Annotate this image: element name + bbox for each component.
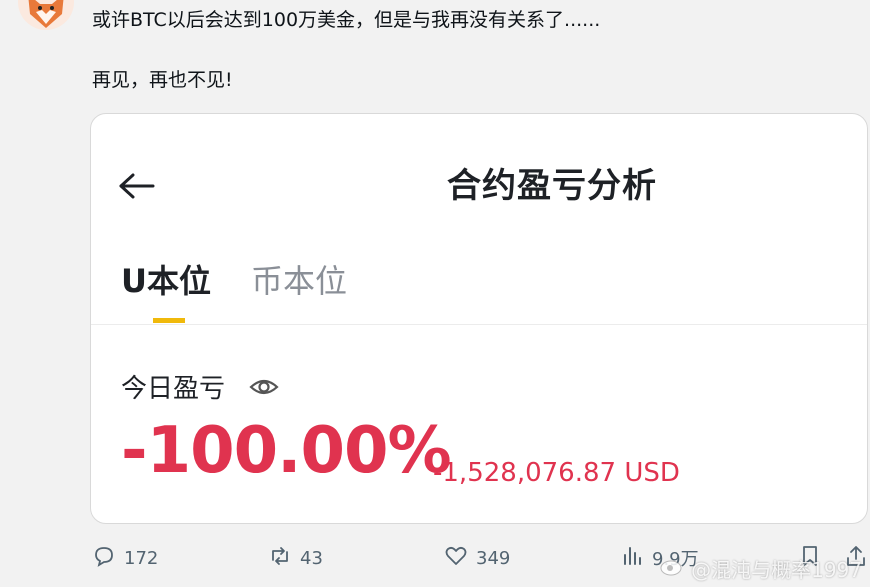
divider (91, 324, 867, 325)
views-icon (620, 544, 644, 573)
tweet-text-line-2: 再见，再也不见! (92, 69, 233, 91)
pnl-label: 今日盈亏 (121, 374, 226, 404)
screenshot-card[interactable]: 合约盈亏分析 U本位 币本位 今日盈亏 -100.00% -1,528,076.… (90, 113, 868, 524)
retweet-button[interactable]: 43 (268, 544, 323, 572)
avatar[interactable] (18, 0, 74, 30)
retweet-icon (268, 544, 292, 573)
tab-u-margined[interactable]: U本位 (121, 256, 211, 302)
tab-coin-margined[interactable]: 币本位 (251, 256, 347, 302)
pnl-percent-value: -100.00% (121, 414, 452, 488)
reply-count: 172 (124, 547, 159, 569)
like-icon (444, 544, 468, 573)
like-button[interactable]: 349 (444, 544, 510, 572)
retweet-count: 43 (300, 547, 323, 569)
weibo-watermark: @混沌与概率1997 (659, 554, 862, 583)
eye-icon[interactable] (249, 374, 279, 400)
watermark-text: @混沌与概率1997 (691, 558, 862, 582)
page-title: 合约盈亏分析 (447, 166, 657, 206)
weibo-icon (659, 556, 685, 581)
reply-icon (92, 544, 116, 573)
reply-button[interactable]: 172 (92, 544, 158, 572)
pnl-usd-value: -1,528,076.87 USD (433, 458, 680, 488)
like-count: 349 (476, 547, 511, 569)
active-tab-indicator (153, 318, 185, 323)
tweet-text-line-1: 或许BTC以后会达到100万美金，但是与我再没有关系了...... (92, 9, 601, 31)
back-arrow-icon[interactable] (117, 172, 157, 200)
